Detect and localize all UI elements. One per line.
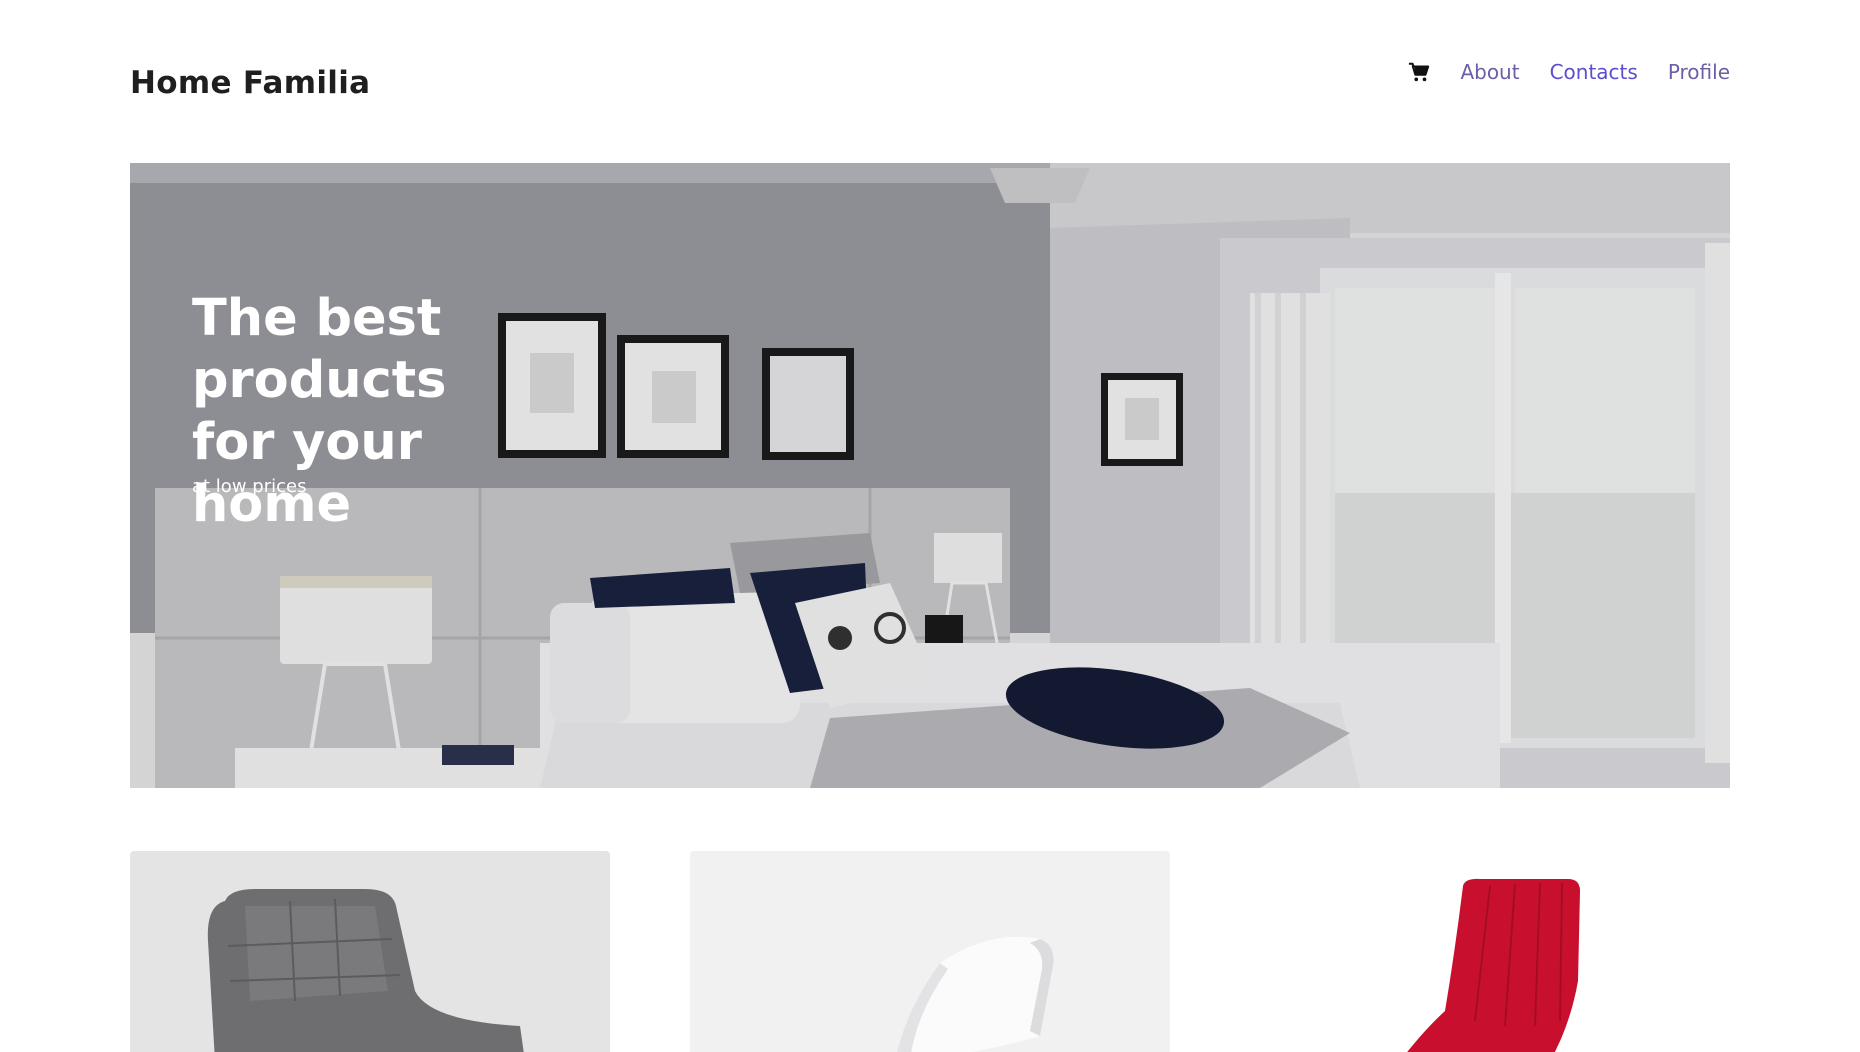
site-header: Home Familia About Contacts Profile bbox=[130, 55, 1730, 115]
main-nav: About Contacts Profile bbox=[1408, 60, 1730, 84]
red-chair-image bbox=[1250, 851, 1730, 1052]
product-grid bbox=[130, 851, 1730, 1052]
white-chair-image bbox=[690, 851, 1170, 1052]
hero-banner: The best products for your home at low p… bbox=[130, 163, 1730, 788]
brand-logo[interactable]: Home Familia bbox=[130, 65, 370, 101]
grey-armchair-image bbox=[130, 851, 610, 1052]
nav-about-link[interactable]: About bbox=[1460, 60, 1519, 84]
hero-title: The best products for your home bbox=[192, 289, 447, 534]
hero-subtitle: at low prices bbox=[192, 476, 307, 497]
nav-contacts-link[interactable]: Contacts bbox=[1550, 60, 1638, 84]
product-card-grey-armchair[interactable] bbox=[130, 851, 610, 1052]
cart-icon[interactable] bbox=[1408, 61, 1430, 83]
nav-profile-link[interactable]: Profile bbox=[1668, 60, 1730, 84]
product-card-red-chair[interactable] bbox=[1250, 851, 1730, 1052]
product-card-white-chair[interactable] bbox=[690, 851, 1170, 1052]
